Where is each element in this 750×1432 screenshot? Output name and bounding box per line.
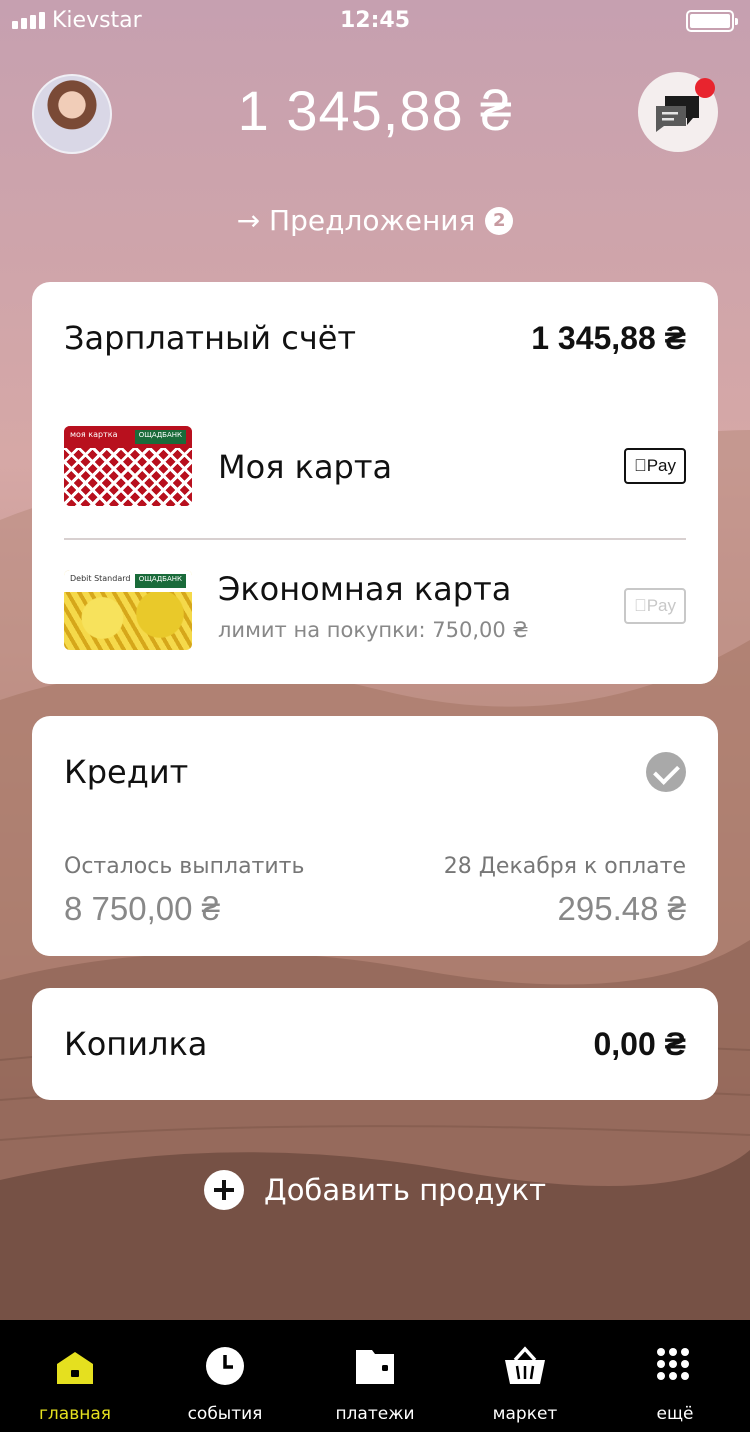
bank-logo: ОЩАДБАНК	[134, 430, 186, 444]
check-icon	[646, 752, 686, 792]
credit-card[interactable]: Кредит Осталось выплатить 8 750,00 ₴ 28 …	[32, 716, 718, 956]
remaining-label: Осталось выплатить	[64, 854, 305, 879]
card-row-economy-card[interactable]: Debit Standard ОЩАДБАНК Экономная карта …	[64, 570, 686, 650]
offers-count-badge: 2	[485, 206, 514, 235]
purchase-limit: лимит на покупки: 750,00 ₴	[218, 618, 529, 642]
piggy-bank-header[interactable]: Копилка 0,00 ₴	[32, 988, 718, 1100]
tab-label: ещё	[656, 1404, 694, 1424]
salary-account-amount: 1 345,88 ₴	[531, 319, 686, 356]
tab-label: события	[187, 1404, 263, 1424]
battery-icon	[686, 10, 738, 32]
tab-home[interactable]: главная	[0, 1320, 150, 1432]
tab-label: маркет	[492, 1404, 558, 1424]
due-label: 28 Декабря к оплате	[443, 854, 686, 879]
tab-label: главная	[39, 1404, 111, 1424]
bank-logo: ОЩАДБАНК	[134, 574, 186, 588]
salary-account-header[interactable]: Зарплатный счёт 1 345,88 ₴	[32, 282, 718, 394]
credit-title: Кредит	[64, 753, 189, 791]
salary-account-title: Зарплатный счёт	[64, 319, 357, 357]
apple-icon: 	[634, 596, 647, 616]
economy-card-name: Экономная карта	[218, 570, 512, 608]
apple-pay-button[interactable]: Pay	[624, 448, 686, 484]
clock-icon	[206, 1347, 244, 1385]
wallet-icon	[356, 1350, 394, 1384]
plus-icon	[204, 1170, 245, 1210]
tab-label: платежи	[335, 1404, 415, 1424]
piggy-bank-title: Копилка	[64, 1025, 208, 1063]
chat-button[interactable]	[638, 72, 718, 152]
card-image-text: Debit Standard	[70, 574, 131, 583]
tab-more[interactable]: ещё	[600, 1320, 750, 1432]
credit-details: Осталось выплатить 8 750,00 ₴ 28 Декабря…	[32, 828, 718, 956]
salary-account-cards: моя картка ОЩАДБАНК Моя карта Pay Debit…	[32, 394, 718, 684]
my-card-image: моя картка ОЩАДБАНК	[64, 426, 192, 506]
divider	[64, 538, 686, 540]
remaining-value: 8 750,00 ₴	[64, 890, 220, 927]
piggy-bank-card[interactable]: Копилка 0,00 ₴	[32, 988, 718, 1100]
add-product-label: Добавить продукт	[264, 1173, 546, 1207]
card-row-my-card[interactable]: моя картка ОЩАДБАНК Моя карта Pay	[64, 426, 686, 506]
tab-payments[interactable]: платежи	[300, 1320, 450, 1432]
due-value: 295.48 ₴	[557, 890, 686, 927]
credit-header[interactable]: Кредит	[32, 716, 718, 828]
economy-card-image: Debit Standard ОЩАДБАНК	[64, 570, 192, 650]
tab-bar: главная события платежи маркет ещё	[0, 1320, 750, 1432]
apple-pay-button-disabled[interactable]: Pay	[624, 588, 686, 624]
offers-link[interactable]: → Предложения 2	[0, 204, 750, 237]
status-bar: Kievstar 12:45	[0, 0, 750, 40]
add-product-button[interactable]: Добавить продукт	[0, 1170, 750, 1210]
grid-dots-icon	[657, 1348, 689, 1380]
salary-account-card[interactable]: Зарплатный счёт 1 345,88 ₴ моя картка ОЩ…	[32, 282, 718, 684]
card-image-text: моя картка	[70, 430, 118, 439]
basket-icon	[505, 1346, 545, 1384]
tab-market[interactable]: маркет	[450, 1320, 600, 1432]
tab-events[interactable]: события	[150, 1320, 300, 1432]
my-card-name: Моя карта	[218, 448, 393, 486]
home-icon	[57, 1352, 93, 1384]
apple-icon: 	[634, 456, 647, 476]
piggy-bank-amount: 0,00 ₴	[593, 1025, 686, 1062]
notification-dot	[695, 78, 715, 98]
clock: 12:45	[339, 8, 411, 33]
offers-label: → Предложения	[236, 204, 476, 237]
